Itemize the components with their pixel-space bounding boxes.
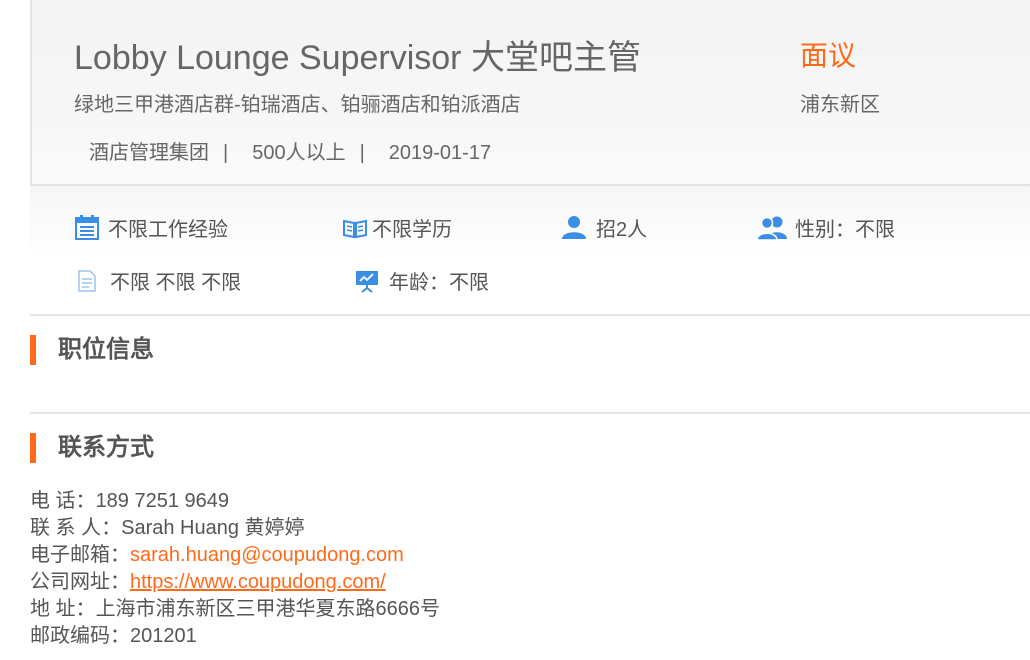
education-attr: 不限学历 xyxy=(342,213,452,242)
headcount-label: 招2人 xyxy=(596,219,648,241)
address-value: 上海市浦东新区三甲港华夏东路6666号 xyxy=(95,598,441,620)
company-name[interactable]: 绿地三甲港酒店群-铂瑞酒店、铂骊酒店和铂派酒店 xyxy=(74,88,521,117)
meta-separator: | xyxy=(223,142,229,164)
job-attributes xyxy=(30,186,1030,316)
experience-label: 不限工作经验 xyxy=(108,219,228,241)
gender-attr: 性别：不限 xyxy=(757,213,895,242)
document-icon xyxy=(78,269,96,292)
contact-postcode: 邮政编码：201201 xyxy=(30,623,440,650)
person-label: 联 系 人： xyxy=(30,517,122,539)
phone-value: 189 7251 9649 xyxy=(95,490,230,512)
website-link[interactable]: https://www.coupudong.com/ xyxy=(130,571,386,593)
section-title-contact: 联系方式 xyxy=(30,433,154,463)
contact-phone: 电 话：189 7251 9649 xyxy=(30,488,440,515)
job-location: 浦东新区 xyxy=(800,94,880,116)
contact-email: 电子邮箱：sarah.huang@coupudong.com xyxy=(30,542,440,569)
address-label: 地 址： xyxy=(30,598,96,620)
misc-attr: 不限 不限 不限 xyxy=(78,266,241,295)
contact-person: 联 系 人：Sarah Huang 黄婷婷 xyxy=(30,515,440,542)
person-value: Sarah Huang 黄婷婷 xyxy=(121,517,305,539)
section-divider xyxy=(30,412,1030,414)
age-attr: 年龄：不限 xyxy=(355,266,489,295)
job-title: Lobby Lounge Supervisor 大堂吧主管 xyxy=(74,39,641,77)
contact-address: 地 址：上海市浦东新区三甲港华夏东路6666号 xyxy=(30,596,440,623)
gender-label: 性别：不限 xyxy=(795,219,895,241)
postcode-label: 邮政编码： xyxy=(30,625,130,647)
presentation-icon xyxy=(356,270,378,293)
company-size: 500人以上 xyxy=(252,142,346,164)
headcount-attr: 招2人 xyxy=(562,213,647,242)
contact-info: 电 话：189 7251 9649 联 系 人：Sarah Huang 黄婷婷 … xyxy=(30,488,440,650)
book-icon xyxy=(343,219,367,238)
website-label: 公司网址： xyxy=(30,571,130,593)
contact-website: 公司网址：https://www.coupudong.com/ xyxy=(30,569,440,596)
calendar-icon xyxy=(75,214,99,240)
experience-attr: 不限工作经验 xyxy=(74,213,228,242)
education-label: 不限学历 xyxy=(372,219,452,241)
section-title-position-info: 职位信息 xyxy=(30,335,154,365)
email-link[interactable]: sarah.huang@coupudong.com xyxy=(130,544,404,566)
job-meta: 酒店管理集团 | 500人以上 | 2019-01-17 xyxy=(89,136,491,165)
phone-label: 电 话： xyxy=(30,490,96,512)
misc-label: 不限 不限 不限 xyxy=(110,272,242,294)
industry: 酒店管理集团 xyxy=(89,142,209,164)
email-label: 电子邮箱： xyxy=(30,544,130,566)
people-icon xyxy=(757,216,787,241)
person-icon xyxy=(562,215,586,239)
postcode-value: 201201 xyxy=(130,625,197,647)
salary: 面议 xyxy=(800,40,857,71)
age-label: 年龄：不限 xyxy=(389,272,489,294)
post-date: 2019-01-17 xyxy=(388,142,492,164)
meta-separator: | xyxy=(359,142,365,164)
